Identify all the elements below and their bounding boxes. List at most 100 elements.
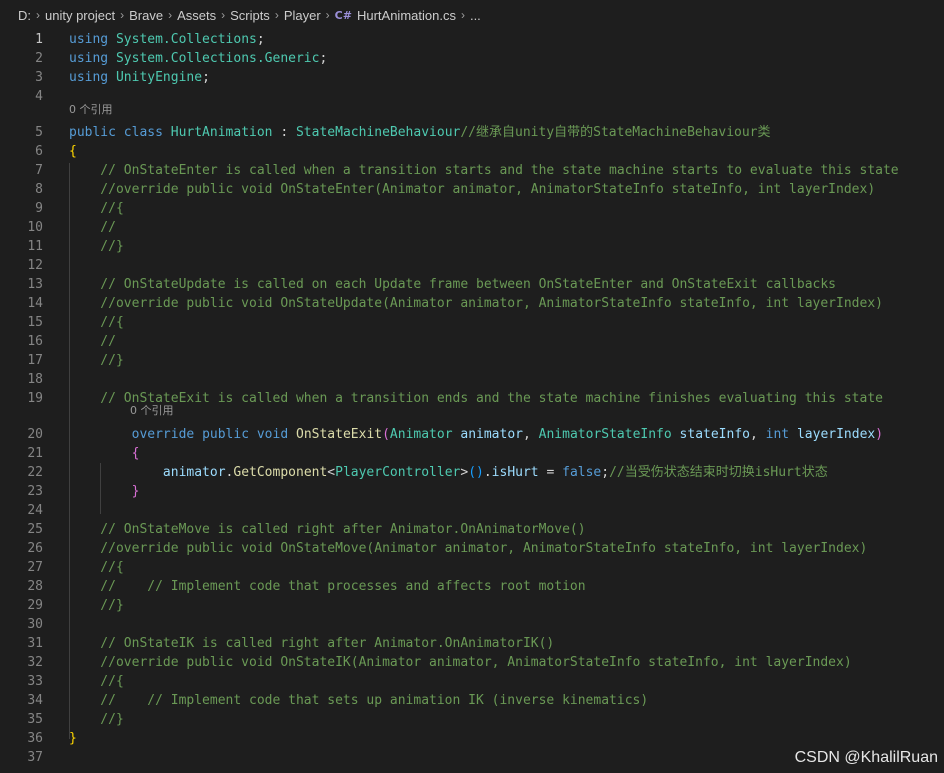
code-text: //}: [69, 710, 124, 729]
code-token: //override public void OnStateIK(Animato…: [69, 655, 852, 670]
code-token: override public void: [131, 427, 296, 442]
line-number: 15: [27, 315, 43, 330]
code-line: 20 override public void OnStateExit(Anim…: [0, 425, 944, 444]
code-line: 18: [0, 370, 944, 389]
code-line: 25 // OnStateMove is called right after …: [0, 520, 944, 539]
code-text: }: [69, 729, 77, 748]
code-text: //}: [69, 237, 124, 256]
breadcrumb-folder-scripts[interactable]: Scripts: [230, 8, 270, 23]
chevron-right-icon: ›: [460, 8, 465, 22]
code-token: // // Implement code that sets up animat…: [69, 693, 649, 708]
code-text: //override public void OnStateMove(Anima…: [69, 539, 867, 558]
line-number: 16: [27, 334, 43, 349]
line-number: 13: [27, 277, 43, 292]
code-line: 24: [0, 501, 944, 520]
line-number: 22: [27, 465, 43, 480]
watermark: CSDN @KhalilRuan: [794, 749, 938, 766]
breadcrumb-folder-unity-project[interactable]: unity project: [45, 8, 115, 23]
line-number: 21: [27, 446, 43, 461]
code-token: //override public void OnStateEnter(Anim…: [69, 182, 876, 197]
code-line: 23 }: [0, 482, 944, 501]
code-line: 27 //{: [0, 558, 944, 577]
line-number: 34: [27, 693, 43, 708]
code-token: ,: [750, 427, 766, 442]
code-token: // OnStateExit is called when a transiti…: [69, 391, 883, 406]
line-number: 35: [27, 712, 43, 727]
code-token: GetComponent: [233, 465, 328, 480]
chevron-right-icon: ›: [221, 8, 226, 22]
line-number: 3: [35, 70, 43, 85]
code-token: layerIndex: [796, 427, 876, 442]
code-text: // OnStateIK is called right after Anima…: [69, 634, 554, 653]
code-token: // OnStateIK is called right after Anima…: [69, 636, 555, 651]
code-token: <: [327, 465, 336, 480]
code-token: UnityEngine: [115, 70, 203, 85]
code-token: ): [875, 427, 884, 442]
code-token: Animator: [389, 427, 461, 442]
code-token: AnimatorStateInfo: [538, 427, 680, 442]
code-text: //{: [69, 313, 124, 332]
breadcrumb-drive[interactable]: D:: [18, 8, 31, 23]
code-line: 34 // // Implement code that sets up ani…: [0, 691, 944, 710]
code-token: //}: [69, 353, 124, 368]
code-text: using System.Collections.Generic;: [69, 49, 327, 68]
code-token: //当受伤状态结束时切换isHurt状态: [609, 465, 828, 480]
breadcrumb-folder-brave[interactable]: Brave: [129, 8, 163, 23]
line-number: 6: [35, 144, 43, 159]
chevron-right-icon: ›: [168, 8, 173, 22]
code-token: System.Collections.Generic: [115, 51, 320, 66]
line-number: 28: [27, 579, 43, 594]
breadcrumb-more[interactable]: ...: [470, 8, 481, 23]
code-token: // OnStateMove is called right after Ani…: [69, 522, 586, 537]
code-token: //override public void OnStateUpdate(Ani…: [69, 296, 883, 311]
line-number: 24: [27, 503, 43, 518]
line-number: 18: [27, 372, 43, 387]
code-text: // OnStateExit is called when a transiti…: [69, 389, 883, 408]
code-line: 22 animator. GetComponent<PlayerControlle…: [0, 463, 944, 482]
code-line: 26 //override public void OnStateMove(An…: [0, 539, 944, 558]
code-token: public class: [69, 125, 171, 140]
code-token: // OnStateUpdate is called on each Updat…: [69, 277, 837, 292]
code-line: 3 using UnityEngine;: [0, 68, 944, 87]
code-token: // OnStateEnter is called when a transit…: [69, 163, 899, 178]
chevron-right-icon: ›: [120, 8, 125, 22]
code-text: //override public void OnStateEnter(Anim…: [69, 180, 875, 199]
breadcrumb-folder-player[interactable]: Player: [284, 8, 321, 23]
code-line: 32 //override public void OnStateIK(Anim…: [0, 653, 944, 672]
code-token: // // Implement code that processes and …: [69, 579, 586, 594]
code-token: //{: [69, 674, 124, 689]
line-number: 11: [27, 239, 43, 254]
code-token: (): [468, 465, 484, 480]
code-line: 11 //}: [0, 237, 944, 256]
code-text: animator. GetComponent<PlayerController>(…: [69, 463, 828, 482]
code-token: StateMachineBehaviour: [295, 125, 461, 140]
code-line: 29 //}: [0, 596, 944, 615]
code-line: 8 //override public void OnStateEnter(An…: [0, 180, 944, 199]
code-editor[interactable]: 0 个引用 0 个引用 1 using System.Collections; 2 u…: [0, 30, 944, 773]
line-number: 26: [27, 541, 43, 556]
breadcrumb-folder-assets[interactable]: Assets: [177, 8, 216, 23]
code-token: ;: [202, 70, 210, 85]
code-line: 19 // OnStateExit is called when a trans…: [0, 389, 944, 408]
breadcrumb-file[interactable]: HurtAnimation.cs: [357, 8, 456, 23]
line-number: 5: [35, 125, 43, 140]
code-token: //}: [69, 239, 124, 254]
code-text: //}: [69, 596, 124, 615]
code-text: public class HurtAnimation : StateMachin…: [69, 123, 771, 142]
line-number: 20: [27, 427, 43, 442]
breadcrumb: D: › unity project › Brave › Assets › Sc…: [0, 0, 944, 30]
code-token: using: [69, 32, 116, 47]
code-line: 4: [0, 87, 944, 106]
code-line: 21 {: [0, 444, 944, 463]
code-token: HurtAnimation: [170, 125, 273, 140]
code-line: 5 public class HurtAnimation : StateMachi…: [0, 123, 944, 142]
code-token: {: [131, 446, 140, 461]
code-text: override public void OnStateExit(Animato…: [69, 425, 883, 444]
code-token: >: [460, 465, 469, 480]
code-text: using UnityEngine;: [69, 68, 210, 87]
line-number: 27: [27, 560, 43, 575]
line-number: 23: [27, 484, 43, 499]
code-token: //override public void OnStateMove(Anima…: [69, 541, 868, 556]
